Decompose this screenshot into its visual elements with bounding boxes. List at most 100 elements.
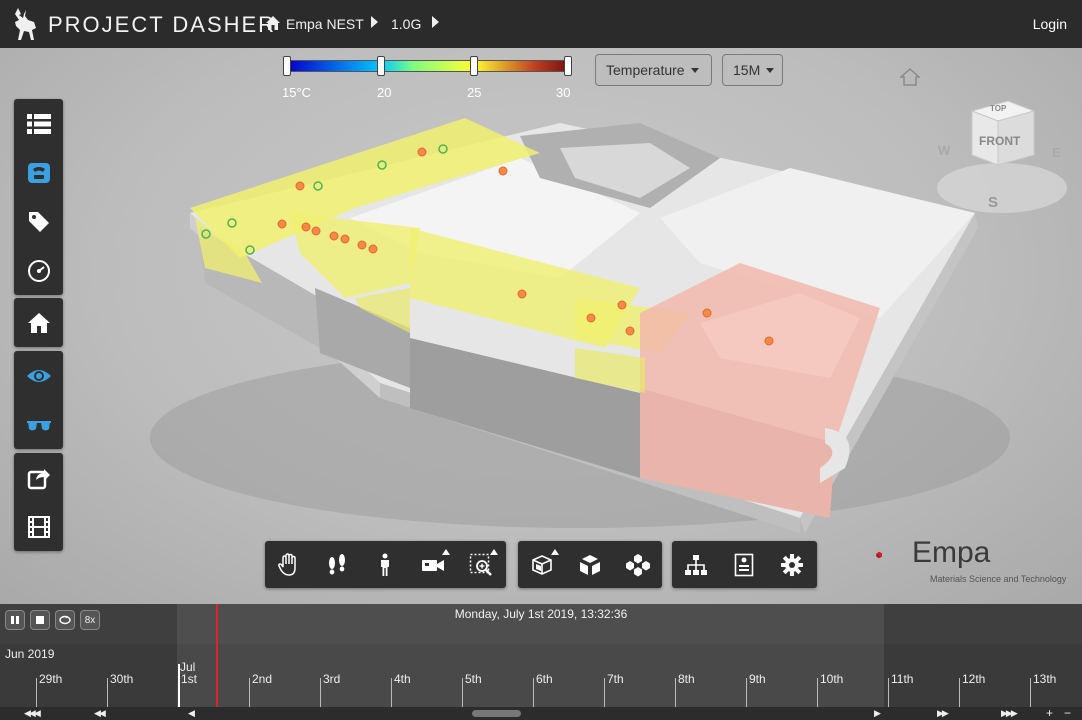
breadcrumb-floor[interactable]: 1.0G: [391, 16, 421, 32]
tag-icon: [28, 211, 49, 232]
empa-logo-text: Empa: [912, 536, 991, 569]
home-view-button[interactable]: [14, 298, 63, 347]
month-marker-label: Jul: [180, 660, 196, 674]
color-scale-bar: [287, 60, 569, 72]
hexagons-icon: [626, 553, 650, 576]
video-export-button[interactable]: [14, 502, 63, 551]
properties-panel-icon: [734, 553, 754, 576]
timeline-panel[interactable]: 8x Monday, July 1st 2019, 13:32:36 Jun 2…: [0, 604, 1082, 720]
caret-down-icon: [766, 67, 775, 73]
login-link[interactable]: Login: [1033, 16, 1067, 32]
scale-label-30: 30: [556, 85, 571, 100]
caret-down-icon: [690, 67, 699, 73]
components-button[interactable]: [614, 541, 662, 588]
timeline-scrollbar[interactable]: [0, 707, 1082, 720]
timeline-day-label: 30th: [110, 672, 134, 686]
timeline-cursor[interactable]: [216, 604, 218, 707]
dashboard-button[interactable]: [14, 246, 63, 295]
share-icon: [27, 468, 50, 489]
person-view-button[interactable]: [361, 541, 409, 588]
timeline-scroll-thumb[interactable]: [472, 710, 521, 717]
step-back-button[interactable]: ◀: [188, 708, 195, 719]
rewind-fast-button[interactable]: ◀◀◀: [24, 708, 41, 719]
compass-east-label: E: [1052, 145, 1061, 160]
settings-button[interactable]: [768, 541, 816, 588]
building-3d-model[interactable]: [0, 48, 1082, 604]
toolbar-settings: [672, 541, 817, 588]
scale-label-25: 25: [467, 85, 482, 100]
home-icon: [27, 312, 50, 333]
navcube-top-label: TOP: [990, 104, 1007, 113]
visibility-button[interactable]: [14, 351, 63, 400]
scale-handle-max[interactable]: [564, 56, 572, 76]
section-cube-icon: [532, 554, 552, 575]
vr-view-button[interactable]: [14, 400, 63, 449]
properties-button[interactable]: [720, 541, 768, 588]
sidebar-group-home: [14, 298, 63, 347]
compass-south-label: S: [988, 194, 998, 211]
zoom-in-timeline-button[interactable]: +: [1046, 706, 1053, 720]
reset-view-home-icon[interactable]: [900, 68, 920, 86]
timeline-day-label: 13th: [1033, 672, 1057, 686]
zoom-out-timeline-button[interactable]: −: [1064, 706, 1071, 720]
pan-tool-button[interactable]: [265, 541, 313, 588]
step-forward-button[interactable]: ▶: [874, 708, 881, 719]
footprints-icon: [329, 553, 345, 574]
scale-handle-min[interactable]: [283, 56, 291, 76]
timeline-day-label: 5th: [465, 672, 482, 686]
timeline-day-label: 12th: [962, 672, 986, 686]
navcube-front-label: FRONT: [979, 134, 1021, 148]
tags-button[interactable]: [14, 197, 63, 246]
month-label: Jun 2019: [5, 647, 55, 661]
list-icon: [26, 113, 51, 134]
compass-west-label: W: [938, 143, 951, 158]
section-box-button[interactable]: [518, 541, 566, 588]
walk-tool-button[interactable]: [313, 541, 361, 588]
submenu-indicator-icon: [442, 549, 450, 555]
scale-handle-20[interactable]: [377, 56, 385, 76]
forward-fast-button[interactable]: ▶▶▶: [1001, 708, 1018, 719]
scale-label-20: 20: [377, 85, 392, 100]
submenu-indicator-icon: [551, 549, 559, 555]
breadcrumb-building[interactable]: Empa NEST: [286, 16, 364, 32]
empa-logo-icon: *: [876, 551, 882, 559]
camera-button[interactable]: [409, 541, 457, 588]
scale-handle-25[interactable]: [470, 56, 478, 76]
scale-label-15: 15°C: [282, 85, 312, 100]
home-icon[interactable]: [265, 15, 281, 31]
timeline-day-label: 9th: [749, 672, 766, 686]
timeline-day-label: 4th: [394, 672, 411, 686]
list-view-button[interactable]: [14, 99, 63, 148]
toolbar-navigation: [265, 541, 506, 588]
metric-dropdown[interactable]: Temperature: [595, 54, 712, 86]
3d-viewport[interactable]: 15°C 20 25 30 Temperature 15M TOP FRONT …: [0, 48, 1082, 604]
zoom-region-button[interactable]: [457, 541, 505, 588]
hierarchy-icon: [685, 554, 707, 575]
glasses-icon: [26, 420, 51, 430]
forward-button[interactable]: ▶▶: [937, 708, 949, 719]
submenu-indicator-icon: [490, 549, 498, 555]
film-icon: [27, 515, 50, 538]
current-datetime: Monday, July 1st 2019, 13:32:36: [454, 607, 628, 621]
timeline-day-label: 7th: [607, 672, 624, 686]
navigation-cube[interactable]: TOP FRONT W E S: [930, 93, 1075, 213]
sidebar-group-view: [14, 351, 63, 449]
chevron-right-icon: [371, 16, 378, 28]
interval-dropdown[interactable]: 15M: [722, 54, 783, 86]
sensor-view-button[interactable]: [14, 148, 63, 197]
model-tree-button[interactable]: [672, 541, 720, 588]
zoom-selection-icon: [469, 553, 492, 576]
interval-dropdown-label: 15M: [733, 62, 761, 78]
share-button[interactable]: [14, 453, 63, 502]
chevron-right-icon[interactable]: [432, 16, 439, 28]
person-icon: [381, 553, 389, 576]
toolbar-model: [518, 541, 662, 588]
timeline-day-label: 1st: [181, 672, 198, 686]
explode-model-button[interactable]: [566, 541, 614, 588]
timeline-day-label: 11th: [891, 672, 914, 686]
deer-logo-icon: [15, 8, 36, 40]
timeline-day-label: 6th: [536, 672, 553, 686]
rewind-button[interactable]: ◀◀: [94, 708, 106, 719]
timeline-day-label: 29th: [39, 672, 63, 686]
timeline-day-label: 2nd: [252, 672, 273, 686]
